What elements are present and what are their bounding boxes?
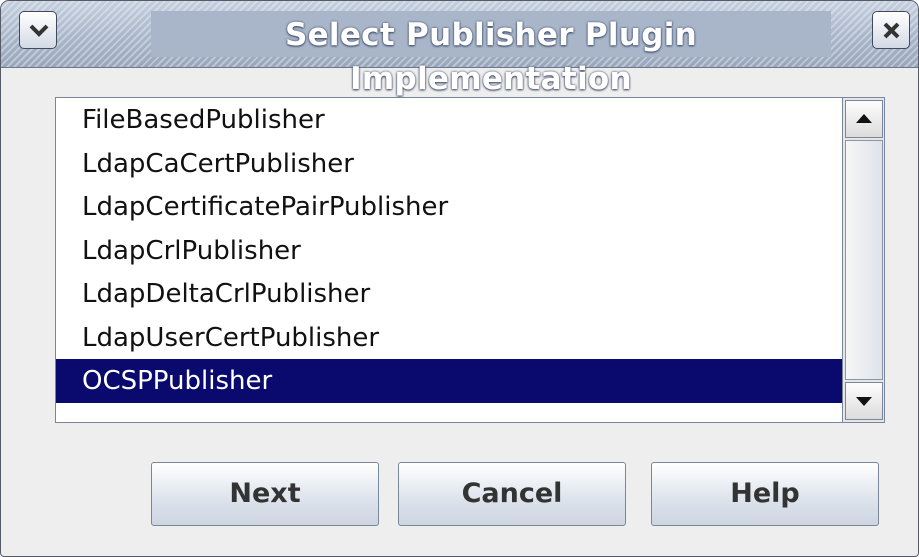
window-title: Select Publisher Plugin Implementation xyxy=(284,17,698,97)
arrow-down-icon xyxy=(856,397,872,406)
next-button[interactable]: Next xyxy=(151,462,379,526)
cancel-button[interactable]: Cancel xyxy=(398,462,626,526)
scroll-down-button[interactable] xyxy=(845,382,883,420)
list-item-selected[interactable]: OCSPPublisher xyxy=(56,359,842,403)
scroll-up-button[interactable] xyxy=(845,100,883,138)
list-item[interactable]: FileBasedPublisher xyxy=(56,98,842,142)
list-item[interactable]: LdapCrlPublisher xyxy=(56,229,842,273)
dialog-window: Select Publisher Plugin Implementation F… xyxy=(0,0,919,557)
window-menu-button[interactable] xyxy=(19,11,57,49)
chevron-down-icon xyxy=(29,24,49,37)
list-item[interactable]: LdapDeltaCrlPublisher xyxy=(56,272,842,316)
publisher-list[interactable]: FileBasedPublisher LdapCaCertPublisher L… xyxy=(55,97,885,423)
help-button[interactable]: Help xyxy=(651,462,879,526)
list-item[interactable]: LdapUserCertPublisher xyxy=(56,316,842,360)
arrow-up-icon xyxy=(856,114,872,123)
vertical-scrollbar[interactable] xyxy=(842,98,884,422)
close-icon xyxy=(883,22,900,39)
close-button[interactable] xyxy=(872,11,910,49)
list-items: FileBasedPublisher LdapCaCertPublisher L… xyxy=(56,98,842,422)
scroll-thumb[interactable] xyxy=(845,140,883,380)
list-item[interactable]: LdapCaCertPublisher xyxy=(56,142,842,186)
list-item[interactable]: LdapCertificatePairPublisher xyxy=(56,185,842,229)
title-bar[interactable]: Select Publisher Plugin Implementation xyxy=(1,1,918,97)
